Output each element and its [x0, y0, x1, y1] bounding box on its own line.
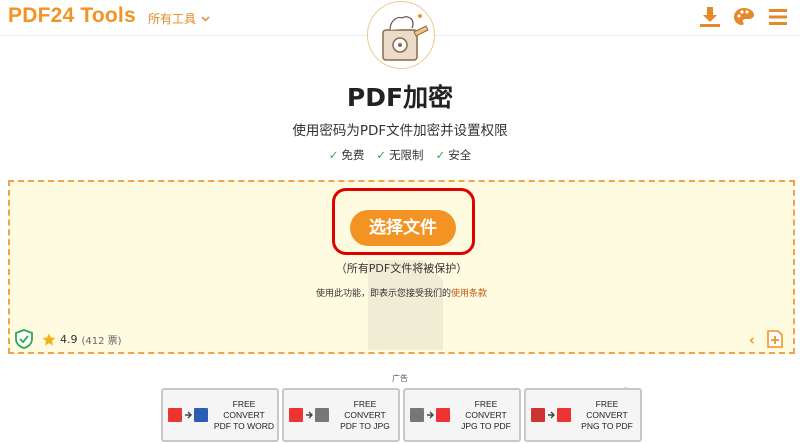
add-plus-icon[interactable] [765, 329, 785, 353]
download-icon[interactable] [698, 5, 722, 29]
ad-tile[interactable]: FREE CONVERT JPG TO PDF [403, 388, 521, 442]
file-dropzone[interactable]: 选择文件 （所有PDF文件将被保护） 使用此功能，即表示您接受我们的使用条款 4… [8, 180, 795, 354]
feature-item: ✓ 免费 [328, 148, 365, 162]
site-logo[interactable]: PDF24 Tools [8, 4, 136, 28]
convert-icon [167, 406, 209, 424]
rating[interactable]: 4.9 (412 票) [42, 332, 122, 347]
rating-value: 4.9 [60, 333, 78, 346]
protection-note: （所有PDF文件将被保护） [335, 262, 468, 275]
convert-icon [288, 406, 330, 424]
feature-item: ✓ 无限制 [376, 148, 424, 162]
all-tools-menu[interactable]: 所有工具 [148, 10, 210, 27]
rating-votes: (412 票) [81, 336, 122, 347]
chevron-down-icon [201, 16, 210, 22]
hamburger-menu-icon[interactable] [766, 5, 790, 29]
check-icon: ✓ [328, 148, 339, 162]
all-tools-label: 所有工具 [148, 12, 197, 26]
star-icon [42, 333, 56, 346]
page-title: PDF加密 [346, 83, 454, 112]
check-icon: ✓ [435, 148, 446, 162]
ad-label: 广告 [392, 374, 408, 383]
page-subtitle: 使用密码为PDF文件加密并设置权限 [292, 123, 508, 139]
ad-tile[interactable]: FREE CONVERT PDF TO JPG [282, 388, 400, 442]
palette-icon[interactable] [732, 5, 756, 29]
feature-item: ✓ 安全 [435, 148, 472, 162]
feature-list: ✓ 免费 ✓ 无限制 ✓ 安全 [0, 147, 800, 163]
tool-mascot-image [367, 1, 435, 69]
check-icon: ✓ [376, 148, 387, 162]
terms-link[interactable]: 使用条款 [451, 289, 487, 299]
ad-banner[interactable]: FREE CONVERT PDF TO WORD FREE CONVERT PDF … [161, 388, 642, 442]
choose-file-button[interactable]: 选择文件 [350, 210, 456, 246]
ad-tile[interactable]: FREE CONVERT PNG TO PDF [524, 388, 642, 442]
ad-tile[interactable]: FREE CONVERT PDF TO WORD [161, 388, 279, 442]
terms-notice: 使用此功能，即表示您接受我们的使用条款 [10, 286, 793, 299]
chevron-left-icon[interactable]: ‹ [749, 331, 755, 349]
convert-icon [530, 406, 572, 424]
terms-prefix: 使用此功能，即表示您接受我们的 [315, 289, 451, 299]
shield-check-icon [14, 329, 34, 353]
convert-icon [409, 406, 451, 424]
